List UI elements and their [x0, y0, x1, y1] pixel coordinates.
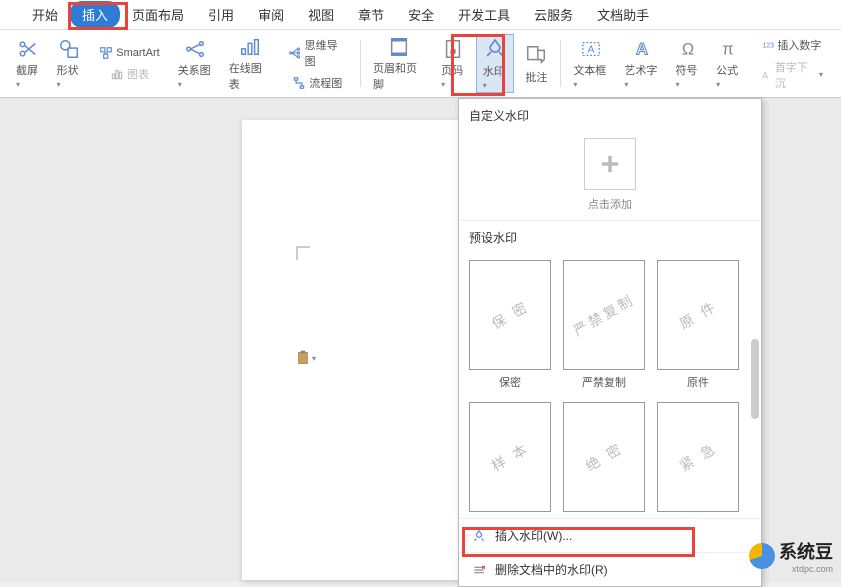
preset-confidential-label: 保密 — [469, 374, 551, 390]
svg-text:A: A — [762, 70, 768, 80]
relate-icon — [183, 38, 207, 60]
preset-original-label: 原件 — [657, 374, 739, 390]
svg-text:A: A — [636, 40, 648, 58]
preset-nocopy[interactable]: 严禁复制严禁复制 — [563, 260, 645, 390]
preset-nocopy-label: 严禁复制 — [563, 374, 645, 390]
brand-name: 系统豆 — [779, 538, 833, 564]
omega-icon: Ω — [676, 38, 700, 60]
symbol-button[interactable]: Ω 符号▾ — [669, 34, 706, 93]
document-page[interactable] — [242, 120, 462, 580]
shapes-icon — [57, 38, 81, 60]
brand-watermark: 系统豆 xtdpc.com — [749, 538, 833, 574]
equation-label: 公式 — [716, 65, 738, 77]
tab-layout[interactable]: 页面布局 — [120, 1, 196, 28]
watermark-dropdown: 自定义水印 点击添加 预设水印 保 密保密 严禁复制严禁复制 原 件原件 样 本… — [458, 98, 762, 587]
screenshot-button[interactable]: 截屏▾ — [10, 34, 47, 93]
textbox-icon: A — [579, 38, 603, 60]
tab-bar: 开始 插入 页面布局 引用 审阅 视图 章节 安全 开发工具 云服务 文档助手 — [0, 0, 841, 30]
chart-label: 图表 — [127, 66, 149, 82]
brand-logo-icon — [749, 543, 775, 569]
comment-label: 批注 — [525, 69, 547, 85]
shape-label: 形状 — [57, 65, 79, 77]
svg-text:A: A — [587, 44, 594, 55]
add-watermark-label: 点击添加 — [459, 196, 761, 212]
shape-button[interactable]: 形状▾ — [51, 34, 88, 93]
onlinechart-icon — [238, 36, 262, 58]
plus-icon — [596, 150, 624, 178]
scissors-icon — [16, 38, 40, 60]
watermark-button[interactable]: 水印▾ — [476, 34, 515, 93]
dropcap-button[interactable]: A首字下沉▾ — [757, 57, 825, 93]
mindmap-button[interactable]: 思维导图 — [286, 35, 348, 71]
preset-topsecret[interactable]: 绝 密 — [563, 402, 645, 512]
remove-watermark-label: 删除文档中的水印(R) — [495, 561, 608, 578]
wordart-label: 艺术字 — [624, 65, 657, 77]
smartart-label: SmartArt — [116, 47, 159, 59]
pi-icon: π — [716, 38, 740, 60]
screenshot-label: 截屏 — [16, 65, 38, 77]
comment-icon — [524, 43, 548, 67]
brand-url: xtdpc.com — [779, 564, 833, 574]
tab-review[interactable]: 审阅 — [246, 1, 296, 28]
tab-dev[interactable]: 开发工具 — [446, 1, 522, 28]
headerfooter-button[interactable]: 页眉和页脚 — [367, 34, 431, 93]
dropdown-scrollbar[interactable] — [751, 339, 759, 419]
insertnum-label: 插入数字 — [777, 37, 821, 53]
tab-cloud[interactable]: 云服务 — [522, 1, 585, 28]
flowchart-label: 流程图 — [309, 75, 342, 91]
tab-ref[interactable]: 引用 — [196, 1, 246, 28]
wordart-icon: A — [630, 38, 654, 60]
preset-watermark-header: 预设水印 — [459, 220, 761, 254]
remove-watermark-icon — [471, 562, 487, 578]
preset-sample[interactable]: 样 本 — [469, 402, 551, 512]
tab-chapter[interactable]: 章节 — [346, 1, 396, 28]
tab-view[interactable]: 视图 — [296, 1, 346, 28]
headerfooter-label: 页眉和页脚 — [373, 60, 425, 92]
pagenum-icon: # — [441, 38, 465, 60]
tab-start[interactable]: 开始 — [20, 1, 70, 28]
margin-corner-icon — [296, 246, 310, 260]
insert-watermark-link[interactable]: 插入水印(W)... — [459, 518, 761, 552]
tab-safe[interactable]: 安全 — [396, 1, 446, 28]
relate-button[interactable]: 关系图▾ — [172, 34, 219, 93]
paste-options-button[interactable]: ▾ — [296, 348, 316, 368]
wordart-button[interactable]: A 艺术字▾ — [618, 34, 665, 93]
preset-urgent[interactable]: 紧 急 — [657, 402, 739, 512]
pagenum-button[interactable]: # 页码▾ — [435, 34, 472, 93]
watermark-icon — [483, 37, 507, 61]
custom-watermark-header: 自定义水印 — [459, 99, 761, 132]
svg-text:123: 123 — [763, 42, 775, 49]
preset-confidential[interactable]: 保 密保密 — [469, 260, 551, 390]
equation-button[interactable]: π 公式▾ — [710, 34, 747, 93]
chart-button[interactable]: 图表 — [108, 64, 151, 84]
comment-button[interactable]: 批注 — [518, 34, 554, 93]
remove-watermark-link[interactable]: 删除文档中的水印(R) — [459, 552, 761, 586]
mindmap-label: 思维导图 — [305, 37, 346, 69]
relate-label: 关系图 — [178, 65, 211, 77]
watermark-small-icon — [471, 528, 487, 544]
textbox-button[interactable]: A 文本框▾ — [567, 34, 614, 93]
onlinechart-button[interactable]: 在线图表 — [223, 34, 277, 93]
flowchart-button[interactable]: 流程图 — [290, 73, 344, 93]
preset-original[interactable]: 原 件原件 — [657, 260, 739, 390]
insert-watermark-label: 插入水印(W)... — [495, 527, 572, 544]
pagenum-label: 页码 — [441, 65, 463, 77]
dropcap-label: 首字下沉 — [775, 59, 816, 91]
svg-text:#: # — [451, 47, 456, 56]
smartart-button[interactable]: SmartArt — [97, 44, 161, 62]
svg-text:π: π — [723, 40, 734, 58]
ribbon: 截屏▾ 形状▾ SmartArt 图表 关系图▾ 在线图表 思维导图 流程图 页… — [0, 30, 841, 98]
add-watermark-button[interactable] — [584, 138, 636, 190]
symbol-label: 符号 — [675, 65, 697, 77]
svg-text:Ω: Ω — [682, 40, 694, 58]
watermark-label: 水印 — [483, 66, 505, 78]
onlinechart-label: 在线图表 — [229, 60, 271, 92]
tab-insert[interactable]: 插入 — [70, 1, 120, 28]
clipboard-icon — [296, 350, 310, 366]
tab-helper[interactable]: 文档助手 — [585, 1, 661, 28]
insertnum-button[interactable]: 123插入数字 — [758, 35, 823, 55]
headerfooter-icon — [387, 36, 411, 58]
textbox-label: 文本框 — [573, 65, 606, 77]
